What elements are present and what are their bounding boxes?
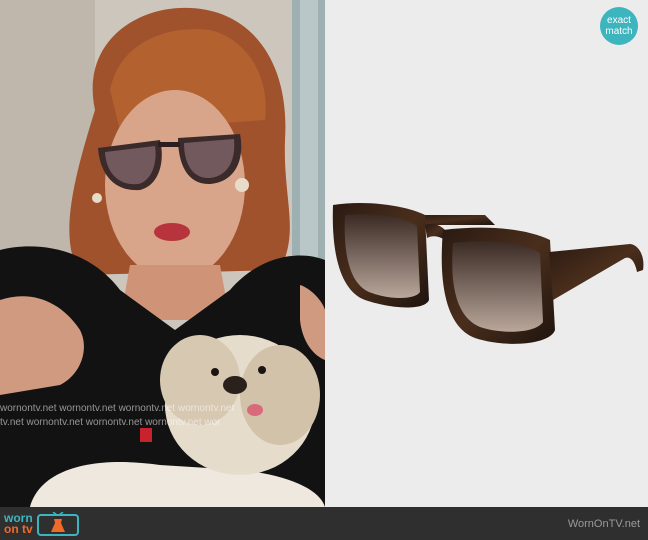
watermark-row: wornontv.net wornontv.net wornontv.net w…	[0, 403, 235, 414]
wornontv-logo[interactable]: worn on tv	[4, 510, 79, 537]
badge-line2: match	[605, 26, 633, 37]
site-name: WornOnTV.net	[567, 518, 640, 530]
tv-dress-icon	[36, 511, 79, 536]
logo-text: worn on tv	[4, 512, 33, 536]
logo-word-on-tv: on tv	[4, 521, 33, 536]
sunglasses-product-image[interactable]	[325, 0, 648, 507]
badge-line1: exact	[607, 15, 631, 26]
footer-bar: worn on tv WornOnTV.net	[0, 507, 648, 540]
exact-match-badge: exact match	[600, 7, 638, 45]
product-panel: exact match	[325, 0, 648, 507]
woman-with-dog-illustration	[0, 0, 325, 507]
tv-still-photo: wornontv.net wornontv.net wornontv.net w…	[0, 0, 325, 507]
watermark-row: tv.net wornontv.net wornontv.net wornont…	[0, 417, 221, 428]
watermark-overlay: wornontv.net wornontv.net wornontv.net w…	[0, 402, 325, 430]
